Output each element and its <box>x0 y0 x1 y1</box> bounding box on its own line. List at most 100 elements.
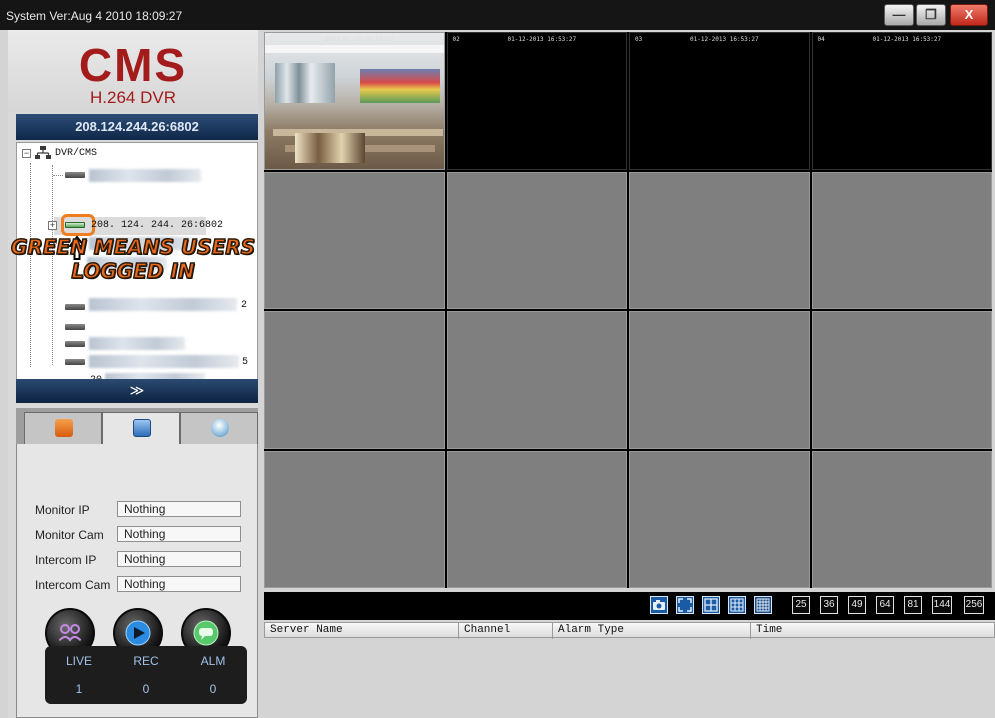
dvr-device-icon[interactable] <box>65 172 85 178</box>
grid-16-icon <box>756 598 770 612</box>
layout-144-button[interactable]: 144 <box>932 596 952 614</box>
alarm-table-header: Server Name Channel Alarm Type Time <box>264 622 995 639</box>
tab-monitor[interactable] <box>102 412 180 445</box>
status-counters: LIVE REC ALM 1 0 0 <box>45 646 247 704</box>
alm-label: ALM <box>200 654 226 668</box>
column-alarm-type[interactable]: Alarm Type <box>553 623 751 639</box>
video-channel-11[interactable] <box>629 311 810 449</box>
title-bar: System Ver:Aug 4 2010 18:09:27 — ❐ X <box>0 0 995 30</box>
video-channel-15[interactable] <box>629 450 810 588</box>
layout-9-button[interactable] <box>728 596 746 614</box>
video-channel-7[interactable] <box>629 171 810 309</box>
collapse-toggle[interactable]: − <box>22 149 31 158</box>
device-label-redacted <box>89 298 237 311</box>
video-channel-3[interactable]: 03 01-12-2013 16:53:27 <box>629 32 810 170</box>
column-time[interactable]: Time <box>751 623 994 639</box>
cms-app-window: System Ver:Aug 4 2010 18:09:27 — ❐ X CMS… <box>0 0 995 718</box>
live-label: LIVE <box>65 654 92 668</box>
grid-4-icon <box>704 598 718 612</box>
column-server-name[interactable]: Server Name <box>265 623 459 639</box>
device-label-redacted <box>89 169 201 182</box>
video-channel-13[interactable] <box>264 450 445 588</box>
tab-ptz[interactable] <box>180 412 258 444</box>
dvr-device-icon[interactable] <box>65 359 85 365</box>
intercom-cam-label: Intercom Cam <box>35 578 111 592</box>
dvr-device-icon[interactable] <box>65 341 85 347</box>
tab-device-list[interactable] <box>24 412 102 444</box>
annotation-line-1: GREEN MEANS USERS <box>10 234 256 260</box>
video-channel-1[interactable]: 1 2013 01 12 16:53:27 <box>264 32 445 170</box>
expand-panel-button[interactable]: ≫ <box>16 379 258 403</box>
dvr-device-icon[interactable] <box>65 324 85 330</box>
users-icon <box>57 624 83 643</box>
chat-icon <box>193 620 219 646</box>
channel-number: 02 <box>452 36 460 43</box>
dome-camera-icon <box>211 419 229 437</box>
boxes <box>295 133 365 163</box>
layout-36-button[interactable]: 36 <box>820 596 838 614</box>
intercom-ip-label: Intercom IP <box>35 553 97 567</box>
monitor-ip-value[interactable]: Nothing <box>117 501 241 517</box>
layout-64-button[interactable]: 64 <box>876 596 894 614</box>
video-channel-2[interactable]: 02 01-12-2013 16:53:27 <box>446 32 627 170</box>
layout-toolbar: 25 36 49 64 81 144 256 <box>264 592 995 620</box>
capture-button[interactable] <box>650 596 668 614</box>
layout-49-button[interactable]: 49 <box>848 596 866 614</box>
logo-subtitle: H.264 DVR <box>90 88 176 107</box>
minimize-button[interactable]: — <box>884 4 914 26</box>
video-channel-10[interactable] <box>446 311 627 449</box>
fullscreen-icon <box>678 598 692 612</box>
channel-number: 04 <box>817 36 825 43</box>
layout-25-button[interactable]: 25 <box>792 596 810 614</box>
channel-timestamp: 01-12-2013 16:53:27 <box>690 36 759 43</box>
grid-9-icon <box>730 598 744 612</box>
live-count: 1 <box>75 682 83 696</box>
video-channel-4[interactable]: 04 01-12-2013 16:53:27 <box>811 32 992 170</box>
device-label-redacted <box>89 355 239 368</box>
rec-label: REC <box>133 654 159 668</box>
video-channel-14[interactable] <box>446 450 627 588</box>
device-highlight-outline <box>61 214 95 236</box>
selected-device-label[interactable]: 208. 124. 244. 26:6802 <box>91 220 223 231</box>
monitor-cam-value[interactable]: Nothing <box>117 526 241 542</box>
expand-toggle[interactable]: + <box>48 221 57 230</box>
intercom-cam-value[interactable]: Nothing <box>117 576 241 592</box>
tree-branch <box>53 175 63 176</box>
close-button[interactable]: X <box>950 4 988 26</box>
intercom-ip-value[interactable]: Nothing <box>117 551 241 567</box>
restore-button[interactable]: ❐ <box>916 4 946 26</box>
dvr-device-icon[interactable] <box>65 304 85 310</box>
layout-81-button[interactable]: 81 <box>904 596 922 614</box>
monitor-cam-label: Monitor Cam <box>35 528 104 542</box>
channel-timestamp: 2013 01 12 16:53:27 <box>325 36 394 43</box>
annotation-text: GREEN MEANS USERS LOGGED IN <box>8 234 258 284</box>
channel-timestamp: 01-12-2013 16:53:27 <box>507 36 577 43</box>
logo-title: CMS <box>78 39 188 91</box>
capture-icon <box>653 600 665 610</box>
shelf-goods <box>360 69 440 103</box>
video-channel-16[interactable] <box>811 450 992 588</box>
video-channel-8[interactable] <box>811 171 992 309</box>
video-channel-12[interactable] <box>811 311 992 449</box>
monitor-tab-body: Monitor IP Nothing Monitor Cam Nothing I… <box>16 444 258 718</box>
layout-16-button[interactable] <box>754 596 772 614</box>
video-channel-6[interactable] <box>446 171 627 309</box>
alarm-list: Server Name Channel Alarm Type Time <box>264 622 995 718</box>
video-channel-5[interactable] <box>264 171 445 309</box>
fullscreen-button[interactable] <box>676 596 694 614</box>
play-icon <box>125 620 151 646</box>
layout-256-button[interactable]: 256 <box>964 596 984 614</box>
monitor-icon <box>133 419 151 437</box>
camera-feed-image <box>265 33 444 169</box>
left-panel: CMS H.264 DVR 208.124.244.26:6802 − DVR/… <box>8 30 258 718</box>
logo-area: CMS H.264 DVR <box>8 30 258 112</box>
network-icon <box>35 146 51 159</box>
alm-count: 0 <box>209 682 217 696</box>
layout-4-button[interactable] <box>702 596 720 614</box>
video-channel-9[interactable] <box>264 311 445 449</box>
address-book-icon <box>55 419 73 437</box>
channel-number: 03 <box>635 36 643 43</box>
column-channel[interactable]: Channel <box>459 623 553 639</box>
channel-timestamp: 01-12-2013 16:53:27 <box>872 36 942 43</box>
tree-root-label[interactable]: DVR/CMS <box>55 148 97 159</box>
